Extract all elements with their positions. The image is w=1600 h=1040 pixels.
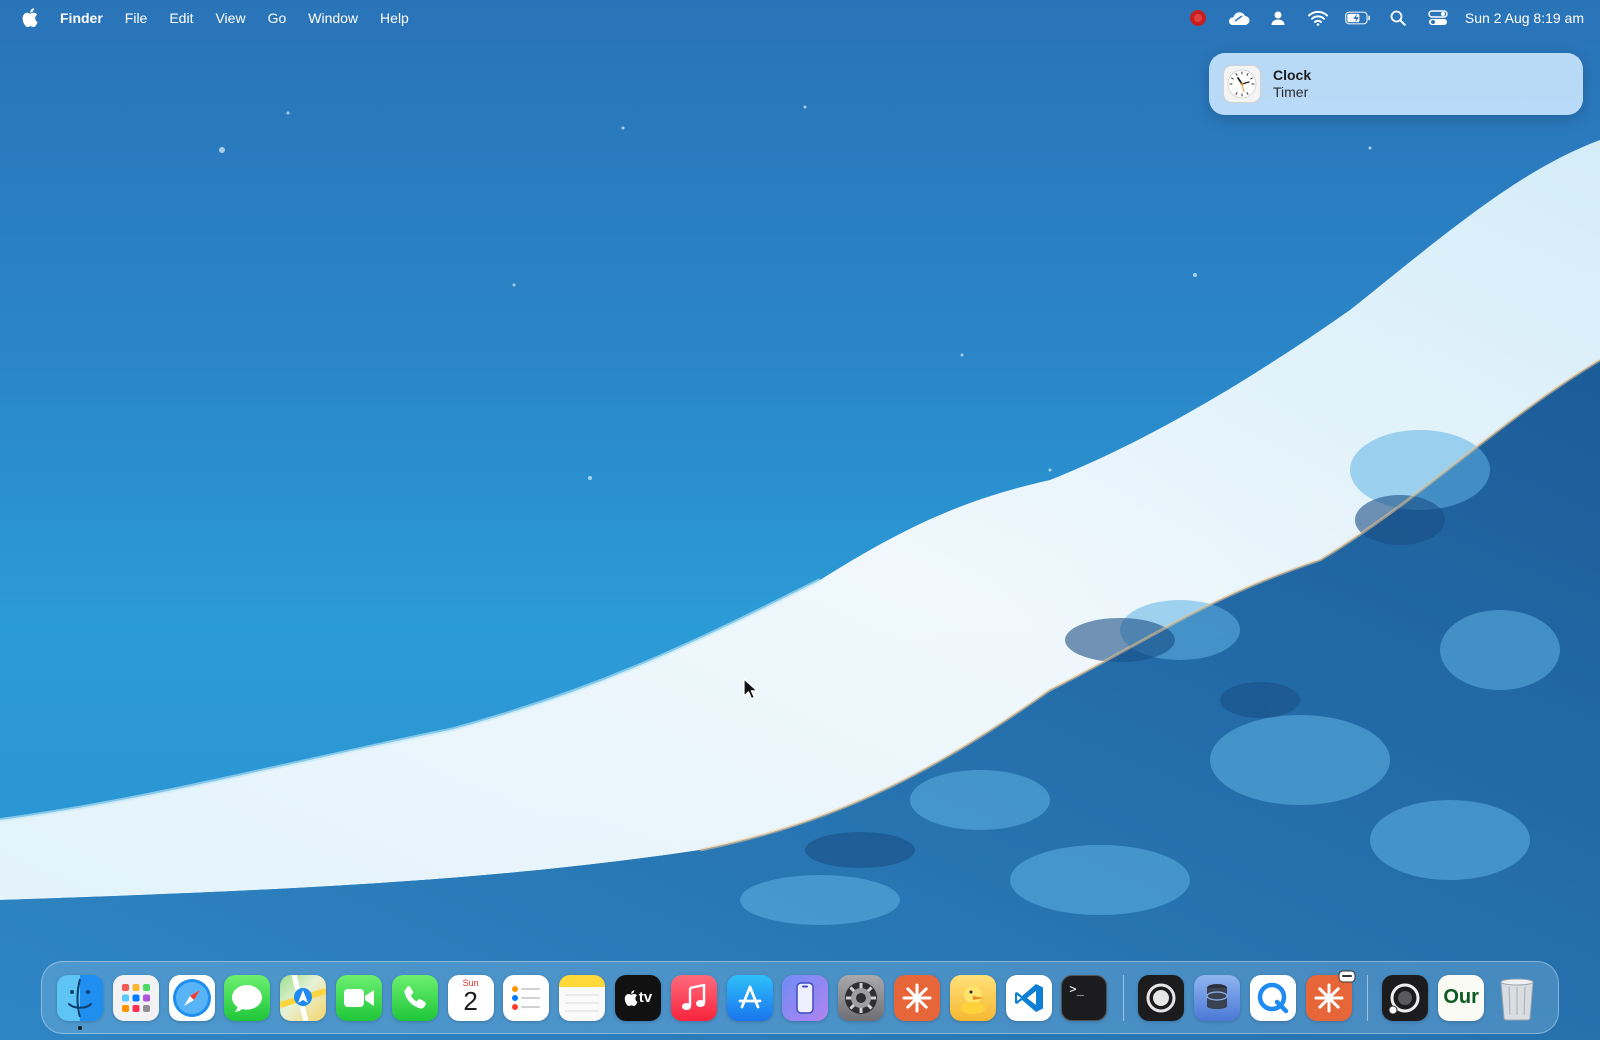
apple-logo-icon[interactable] (20, 8, 40, 28)
chat-badge-icon (1338, 970, 1356, 982)
menu-bar: Finder File Edit View Go Window Help Sun… (0, 0, 1600, 35)
finder-icon[interactable] (57, 974, 103, 1030)
clock-notification[interactable]: Clock Timer (1209, 53, 1583, 115)
menu-view[interactable]: View (215, 10, 245, 26)
menu-app-finder[interactable]: Finder (60, 10, 103, 26)
screen-record-icon[interactable] (1185, 7, 1211, 29)
notification-subtitle: Timer (1273, 84, 1309, 100)
mouse-cursor-icon (743, 678, 757, 700)
gear-icon[interactable] (838, 974, 885, 1021)
menu-edit[interactable]: Edit (169, 10, 193, 26)
app-store-icon[interactable] (726, 974, 773, 1021)
notification-title: Clock (1273, 67, 1312, 83)
menu-bar-clock[interactable]: Sun 2 Aug 8:19 am (1465, 10, 1584, 26)
user-icon[interactable] (1265, 7, 1291, 29)
apple-tv-icon[interactable]: tv (614, 974, 661, 1021)
cloud-icon[interactable] (1225, 7, 1251, 29)
battery-icon[interactable] (1344, 7, 1371, 29)
capture-icon[interactable] (1382, 974, 1429, 1021)
phone-icon[interactable] (391, 974, 438, 1021)
reminders-icon[interactable] (503, 974, 550, 1021)
music-icon[interactable] (670, 974, 717, 1021)
control-center-icon[interactable] (1425, 7, 1451, 29)
search-icon[interactable] (1385, 7, 1411, 29)
dock-separator (1123, 974, 1125, 1021)
menu-file[interactable]: File (125, 10, 148, 26)
wifi-icon[interactable] (1305, 7, 1331, 29)
calendar-date: 2 (463, 985, 478, 1016)
launchpad-icon[interactable] (112, 974, 159, 1021)
running-indicator (78, 1025, 82, 1030)
database-icon[interactable] (1193, 974, 1240, 1021)
desktop-wallpaper (0, 0, 1600, 1040)
our-label: Our (1443, 986, 1479, 1008)
q-icon[interactable] (1249, 974, 1296, 1021)
terminal-prompt: >_ (1069, 981, 1084, 996)
menu-go[interactable]: Go (268, 10, 287, 26)
claude-icon[interactable] (893, 974, 940, 1021)
our-icon[interactable]: Our (1438, 974, 1485, 1021)
maps-icon[interactable] (280, 974, 327, 1021)
record-circle-icon[interactable] (1138, 974, 1185, 1021)
dock: Sun 2 tv >_ Our (41, 961, 1559, 1034)
facetime-icon[interactable] (335, 974, 382, 1021)
iphone-mirroring-icon[interactable] (782, 974, 829, 1021)
calendar-icon[interactable]: Sun 2 (447, 974, 494, 1021)
claude-badge-icon[interactable] (1305, 970, 1356, 1021)
wave-illustration (0, 105, 1600, 1040)
terminal-icon[interactable]: >_ (1061, 974, 1108, 1021)
menu-help[interactable]: Help (380, 10, 409, 26)
duck-icon[interactable] (949, 974, 996, 1021)
dock-separator (1367, 974, 1369, 1021)
menu-window[interactable]: Window (308, 10, 358, 26)
safari-icon[interactable] (168, 974, 215, 1021)
notes-icon[interactable] (559, 974, 606, 1021)
vscode-icon[interactable] (1005, 974, 1052, 1021)
trash-icon[interactable] (1494, 975, 1540, 1021)
clock-icon (1223, 65, 1261, 103)
apple-tv-label: tv (638, 989, 653, 1006)
messages-icon[interactable] (224, 974, 271, 1021)
